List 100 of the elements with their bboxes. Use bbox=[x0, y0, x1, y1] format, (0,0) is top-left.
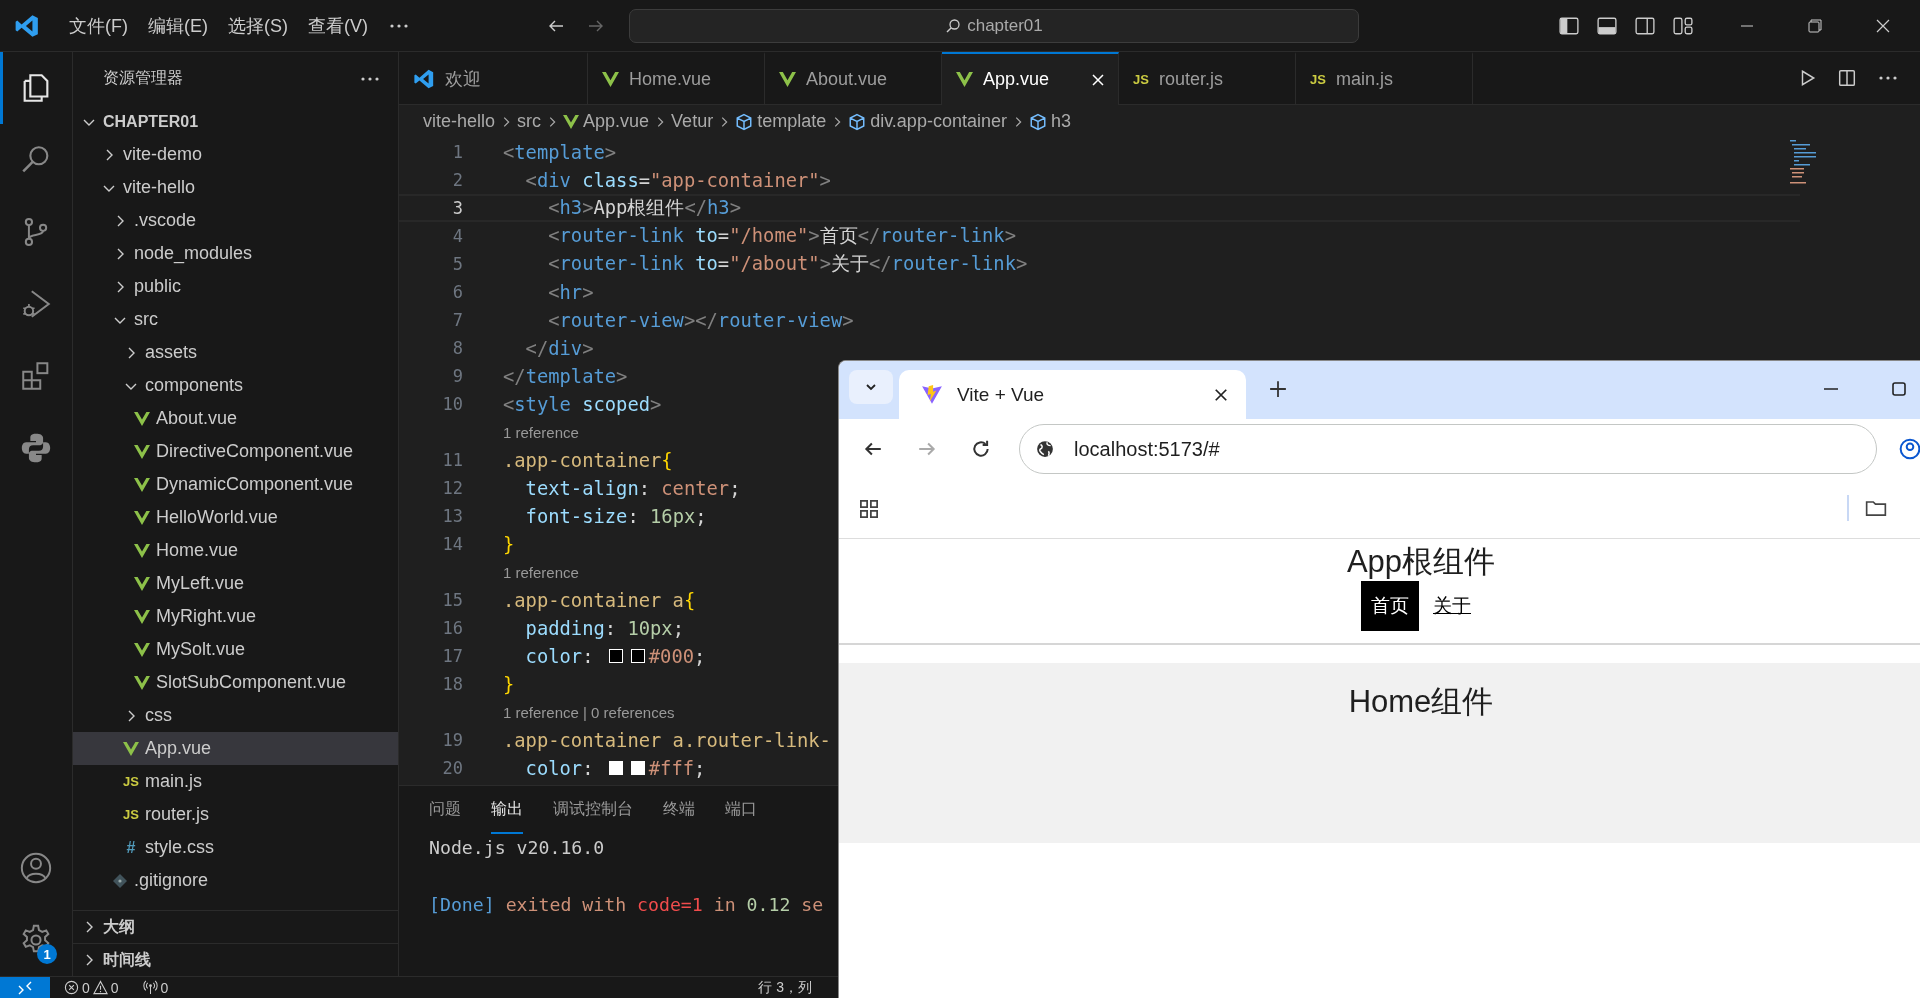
code-text: <h3>App根组件</h3> bbox=[547, 196, 741, 220]
customize-layout-icon[interactable] bbox=[1673, 16, 1693, 35]
file-tree-item[interactable]: About.vue bbox=[73, 402, 398, 435]
nav-link[interactable]: 关于 bbox=[1423, 581, 1481, 631]
panel-tab[interactable]: 端口 bbox=[725, 786, 757, 834]
reload-icon[interactable] bbox=[971, 439, 991, 459]
breadcrumb-item[interactable]: App.vue bbox=[563, 111, 650, 132]
file-tree-item[interactable]: css bbox=[73, 699, 398, 732]
menu-item[interactable]: 编辑(E) bbox=[139, 9, 217, 42]
color-swatch[interactable] bbox=[630, 761, 645, 775]
maximize-icon[interactable] bbox=[1891, 381, 1907, 397]
address-bar[interactable]: localhost:5173/# bbox=[1019, 424, 1877, 474]
toggle-panel-icon[interactable] bbox=[1597, 16, 1617, 35]
file-tree-item[interactable]: Home.vue bbox=[73, 534, 398, 567]
vue-file-icon bbox=[602, 71, 619, 87]
file-tree-item[interactable]: MySolt.vue bbox=[73, 633, 398, 666]
nav-link[interactable]: 首页 bbox=[1361, 581, 1419, 631]
file-tree-item[interactable]: HelloWorld.vue bbox=[73, 501, 398, 534]
error-icon bbox=[64, 980, 79, 995]
menu-item[interactable]: 文件(F) bbox=[60, 9, 137, 42]
breadcrumb-item[interactable]: vite-hello bbox=[423, 111, 496, 132]
workspace-folder[interactable]: CHAPTER01 bbox=[73, 105, 398, 138]
css-file-icon: # bbox=[123, 838, 139, 857]
code-text: <template> bbox=[503, 141, 617, 163]
file-tree-item[interactable]: components bbox=[73, 369, 398, 402]
file-tree-item[interactable]: vite-demo bbox=[73, 138, 398, 171]
line-number: 20 bbox=[441, 758, 464, 778]
line-number: 3 bbox=[451, 198, 464, 218]
file-tree-item[interactable]: src bbox=[73, 303, 398, 336]
vue-file-icon bbox=[779, 71, 796, 87]
line-number: 13 bbox=[441, 506, 464, 526]
file-tree-item[interactable]: .vscode bbox=[73, 204, 398, 237]
toggle-sidebar-icon[interactable] bbox=[1559, 16, 1579, 35]
browser-tab[interactable]: Vite + Vue bbox=[899, 370, 1246, 419]
color-swatch[interactable] bbox=[608, 761, 623, 775]
code-lens[interactable]: 1 reference bbox=[476, 423, 579, 441]
file-tree-item[interactable]: JS router.js bbox=[73, 798, 398, 831]
breadcrumb-item[interactable]: div.app-container bbox=[848, 111, 1007, 132]
line-number: 11 bbox=[441, 450, 464, 470]
file-tree-item[interactable]: .gitignore bbox=[73, 864, 398, 897]
close-icon[interactable] bbox=[1214, 387, 1228, 402]
file-tree-item[interactable]: JS main.js bbox=[73, 765, 398, 798]
editor-tab[interactable]: JS main.js bbox=[1296, 52, 1473, 104]
restore-icon[interactable] bbox=[1807, 17, 1823, 34]
line-number: 18 bbox=[441, 674, 464, 694]
sidebar-section-header[interactable]: 大纲 bbox=[73, 910, 398, 943]
line-number: 7 bbox=[451, 310, 464, 330]
code-lens[interactable]: 1 reference bbox=[476, 563, 579, 581]
file-tree-item[interactable]: MyLeft.vue bbox=[73, 567, 398, 600]
split-editor-icon[interactable] bbox=[1838, 69, 1856, 87]
file-tree-item[interactable]: # style.css bbox=[73, 831, 398, 864]
folder-icon[interactable] bbox=[1865, 499, 1887, 517]
editor-tab[interactable]: JS router.js bbox=[1119, 52, 1296, 104]
close-icon[interactable] bbox=[1090, 71, 1106, 88]
breadcrumb-item[interactable]: h3 bbox=[1028, 111, 1071, 132]
breadcrumb-item[interactable]: template bbox=[735, 111, 827, 132]
line-number: 4 bbox=[451, 226, 464, 246]
panel-tab[interactable]: 调试控制台 bbox=[553, 786, 633, 834]
color-swatch[interactable] bbox=[630, 649, 645, 663]
search-icon bbox=[945, 17, 962, 34]
bolt-logo-icon bbox=[921, 383, 943, 406]
color-swatch[interactable] bbox=[608, 649, 623, 663]
panel-tab[interactable]: 终端 bbox=[663, 786, 695, 834]
panel-tab[interactable]: 输出 bbox=[491, 786, 523, 834]
toggle-secondary-sidebar-icon[interactable] bbox=[1635, 16, 1655, 35]
vue-file-icon bbox=[134, 444, 150, 459]
menu-item[interactable]: 查看(V) bbox=[299, 9, 377, 42]
menu-item[interactable]: 选择(S) bbox=[219, 9, 297, 42]
editor-tab[interactable]: Home.vue bbox=[588, 52, 765, 104]
js-file-icon: JS bbox=[123, 774, 139, 789]
sidebar-title: 资源管理器 bbox=[103, 68, 183, 88]
vue-file-icon bbox=[134, 411, 150, 426]
code-text: } bbox=[503, 673, 515, 695]
file-tree-item[interactable]: MyRight.vue bbox=[73, 600, 398, 633]
command-search-field[interactable]: chapter01 bbox=[629, 8, 1359, 43]
breadcrumb-item[interactable]: src bbox=[517, 111, 542, 132]
file-tree-item[interactable]: vite-hello bbox=[73, 171, 398, 204]
file-tree-item[interactable]: assets bbox=[73, 336, 398, 369]
more-icon[interactable] bbox=[389, 22, 409, 29]
apps-grid-icon[interactable] bbox=[859, 498, 879, 519]
editor-tab[interactable]: App.vue bbox=[942, 52, 1119, 105]
file-tree-item[interactable]: DirectiveComponent.vue bbox=[73, 435, 398, 468]
file-tree-item[interactable]: SlotSubComponent.vue bbox=[73, 666, 398, 699]
code-lens[interactable]: 1 reference | 0 references bbox=[476, 703, 675, 721]
breadcrumb-item[interactable]: Vetur bbox=[671, 111, 714, 132]
file-tree-item[interactable]: App.vue bbox=[73, 732, 398, 765]
file-tree-item[interactable]: DynamicComponent.vue bbox=[73, 468, 398, 501]
profile-icon[interactable] bbox=[1899, 438, 1920, 460]
code-text: color: bbox=[524, 645, 595, 667]
panel-tab[interactable]: 问题 bbox=[429, 786, 461, 834]
problems-status[interactable]: 0 0 bbox=[64, 979, 119, 996]
more-icon[interactable] bbox=[360, 75, 380, 82]
file-tree-item[interactable]: node_modules bbox=[73, 237, 398, 270]
ports-status[interactable]: 0 bbox=[142, 979, 169, 996]
new-tab-icon[interactable] bbox=[1269, 380, 1287, 398]
file-tree-item[interactable]: public bbox=[73, 270, 398, 303]
more-icon[interactable] bbox=[1878, 75, 1898, 81]
page-heading: App根组件 bbox=[1346, 543, 1496, 581]
editor-tab[interactable]: 欢迎 bbox=[399, 52, 588, 104]
cursor-position[interactable]: 行 3，列 bbox=[758, 978, 813, 997]
